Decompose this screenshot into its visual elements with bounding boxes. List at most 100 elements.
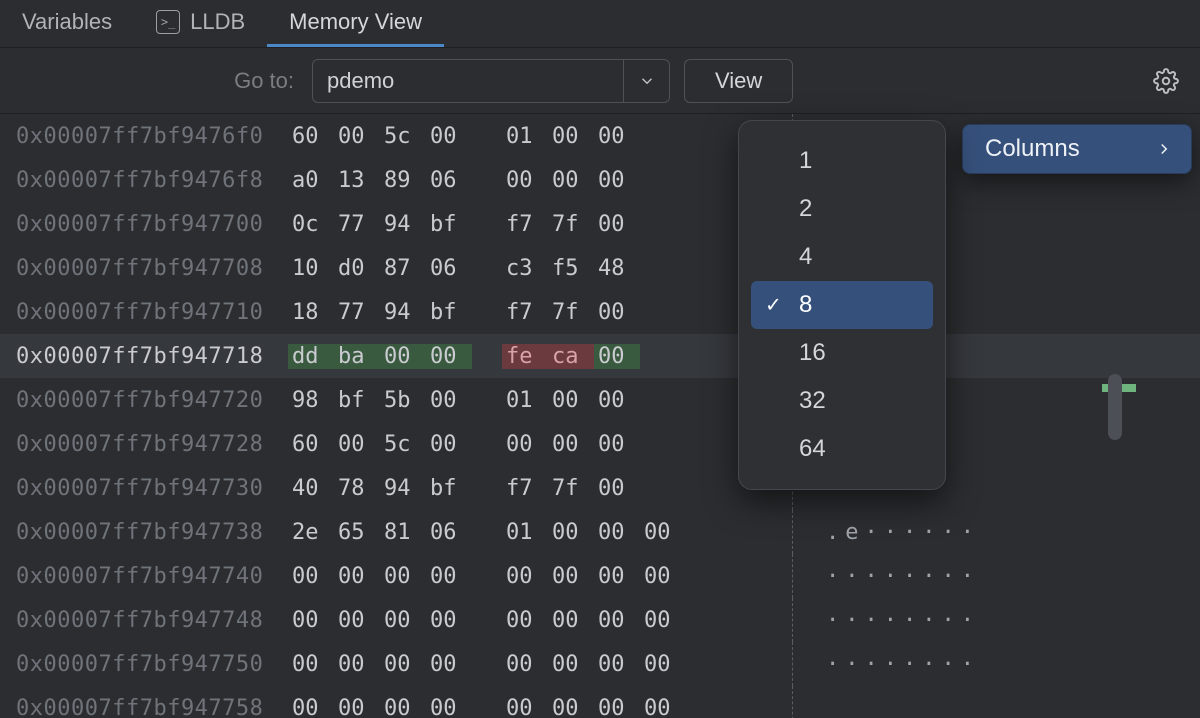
memory-byte[interactable] <box>640 256 686 281</box>
columns-option-32[interactable]: 32 <box>751 377 933 425</box>
memory-byte[interactable]: f7 <box>502 212 548 237</box>
memory-byte[interactable]: 00 <box>502 608 548 633</box>
memory-byte[interactable]: 06 <box>426 520 472 545</box>
memory-byte[interactable]: 94 <box>380 212 426 237</box>
memory-row[interactable]: 0x00007ff7bf94772098bf5b00010000 <box>0 378 1200 422</box>
memory-row[interactable]: 0x00007ff7bf9477000c7794bff77f00·· <box>0 202 1200 246</box>
columns-option-1[interactable]: 1 <box>751 137 933 185</box>
memory-byte[interactable]: 48 <box>594 256 640 281</box>
memory-byte[interactable]: 00 <box>288 564 334 589</box>
memory-byte[interactable]: 00 <box>380 608 426 633</box>
memory-byte[interactable]: 60 <box>288 124 334 149</box>
memory-byte[interactable]: 00 <box>594 388 640 413</box>
memory-byte[interactable]: 00 <box>594 300 640 325</box>
memory-byte[interactable] <box>640 344 686 369</box>
memory-byte[interactable]: 00 <box>548 608 594 633</box>
memory-byte[interactable]: 77 <box>334 300 380 325</box>
memory-byte[interactable]: 00 <box>594 696 640 718</box>
memory-byte[interactable]: 7f <box>548 476 594 501</box>
columns-option-16[interactable]: 16 <box>751 329 933 377</box>
memory-row[interactable]: 0x00007ff7bf9477382e65810601000000.e····… <box>0 510 1200 554</box>
columns-option-8[interactable]: ✓8 <box>751 281 933 329</box>
memory-row[interactable]: 0x00007ff7bf94770810d08706c3f548H@ <box>0 246 1200 290</box>
memory-byte[interactable]: 00 <box>640 608 686 633</box>
memory-byte[interactable]: bf <box>426 476 472 501</box>
memory-row[interactable]: 0x00007ff7bf94772860005c00000000 <box>0 422 1200 466</box>
memory-byte[interactable]: 0c <box>288 212 334 237</box>
memory-byte[interactable]: 00 <box>640 520 686 545</box>
memory-row[interactable]: 0x00007ff7bf9477500000000000000000······… <box>0 642 1200 686</box>
memory-byte[interactable]: 00 <box>502 168 548 193</box>
memory-byte[interactable]: 00 <box>502 564 548 589</box>
memory-byte[interactable]: 00 <box>288 696 334 718</box>
view-button[interactable]: View <box>684 59 793 103</box>
memory-byte[interactable]: 00 <box>548 124 594 149</box>
memory-byte[interactable]: 87 <box>380 256 426 281</box>
goto-dropdown-toggle[interactable] <box>623 60 669 102</box>
memory-byte[interactable]: 00 <box>594 608 640 633</box>
memory-byte[interactable]: d0 <box>334 256 380 281</box>
scrollbar-thumb[interactable] <box>1108 374 1122 440</box>
memory-byte[interactable]: 65 <box>334 520 380 545</box>
memory-byte[interactable]: 00 <box>288 608 334 633</box>
memory-byte[interactable]: 00 <box>502 432 548 457</box>
memory-byte[interactable]: 00 <box>594 124 640 149</box>
memory-byte[interactable]: bf <box>426 212 472 237</box>
memory-byte[interactable]: 00 <box>594 344 640 369</box>
memory-byte[interactable] <box>640 388 686 413</box>
memory-byte[interactable]: 2e <box>288 520 334 545</box>
memory-byte[interactable]: 00 <box>334 652 380 677</box>
goto-input[interactable] <box>313 60 623 102</box>
memory-byte[interactable]: 00 <box>380 564 426 589</box>
memory-byte[interactable]: 01 <box>502 124 548 149</box>
memory-byte[interactable]: 00 <box>548 564 594 589</box>
memory-byte[interactable]: 00 <box>502 652 548 677</box>
memory-byte[interactable]: 00 <box>426 608 472 633</box>
memory-byte[interactable]: 00 <box>288 652 334 677</box>
memory-byte[interactable]: 00 <box>548 520 594 545</box>
columns-option-64[interactable]: 64 <box>751 425 933 473</box>
memory-byte[interactable] <box>640 432 686 457</box>
memory-byte[interactable]: f7 <box>502 300 548 325</box>
memory-byte[interactable]: 00 <box>594 432 640 457</box>
memory-byte[interactable]: 5c <box>380 124 426 149</box>
memory-byte[interactable]: fe <box>502 344 548 369</box>
memory-row[interactable]: 0x00007ff7bf947718ddba0000feca00·· <box>0 334 1200 378</box>
memory-byte[interactable]: 98 <box>288 388 334 413</box>
memory-byte[interactable]: 00 <box>640 652 686 677</box>
settings-button[interactable] <box>1144 59 1188 103</box>
memory-byte[interactable]: 13 <box>334 168 380 193</box>
memory-byte[interactable]: 00 <box>334 124 380 149</box>
memory-byte[interactable] <box>640 212 686 237</box>
memory-byte[interactable]: 00 <box>426 432 472 457</box>
memory-byte[interactable] <box>640 476 686 501</box>
memory-byte[interactable]: 40 <box>288 476 334 501</box>
memory-byte[interactable]: a0 <box>288 168 334 193</box>
memory-byte[interactable]: 94 <box>380 300 426 325</box>
memory-byte[interactable] <box>640 124 686 149</box>
memory-byte[interactable] <box>640 300 686 325</box>
memory-byte[interactable]: 00 <box>502 696 548 718</box>
memory-row[interactable]: 0x00007ff7bf9477480000000000000000······… <box>0 598 1200 642</box>
memory-byte[interactable]: 00 <box>426 696 472 718</box>
memory-byte[interactable]: 00 <box>426 388 472 413</box>
memory-byte[interactable]: bf <box>334 388 380 413</box>
memory-byte[interactable]: 00 <box>426 344 472 369</box>
memory-byte[interactable]: 00 <box>640 696 686 718</box>
memory-row[interactable]: 0x00007ff7bf9477580000000000000000 <box>0 686 1200 718</box>
columns-option-2[interactable]: 2 <box>751 185 933 233</box>
memory-byte[interactable]: 00 <box>594 476 640 501</box>
memory-byte[interactable]: bf <box>426 300 472 325</box>
memory-byte[interactable]: 78 <box>334 476 380 501</box>
memory-byte[interactable]: 94 <box>380 476 426 501</box>
columns-option-4[interactable]: 4 <box>751 233 933 281</box>
memory-byte[interactable]: 00 <box>380 344 426 369</box>
memory-byte[interactable]: 00 <box>426 652 472 677</box>
memory-byte[interactable]: ca <box>548 344 594 369</box>
memory-byte[interactable]: 00 <box>594 168 640 193</box>
memory-byte[interactable]: 00 <box>548 432 594 457</box>
columns-menu-item[interactable]: Columns <box>962 124 1192 174</box>
memory-byte[interactable]: 00 <box>640 564 686 589</box>
memory-byte[interactable]: 01 <box>502 388 548 413</box>
memory-byte[interactable]: 00 <box>548 652 594 677</box>
